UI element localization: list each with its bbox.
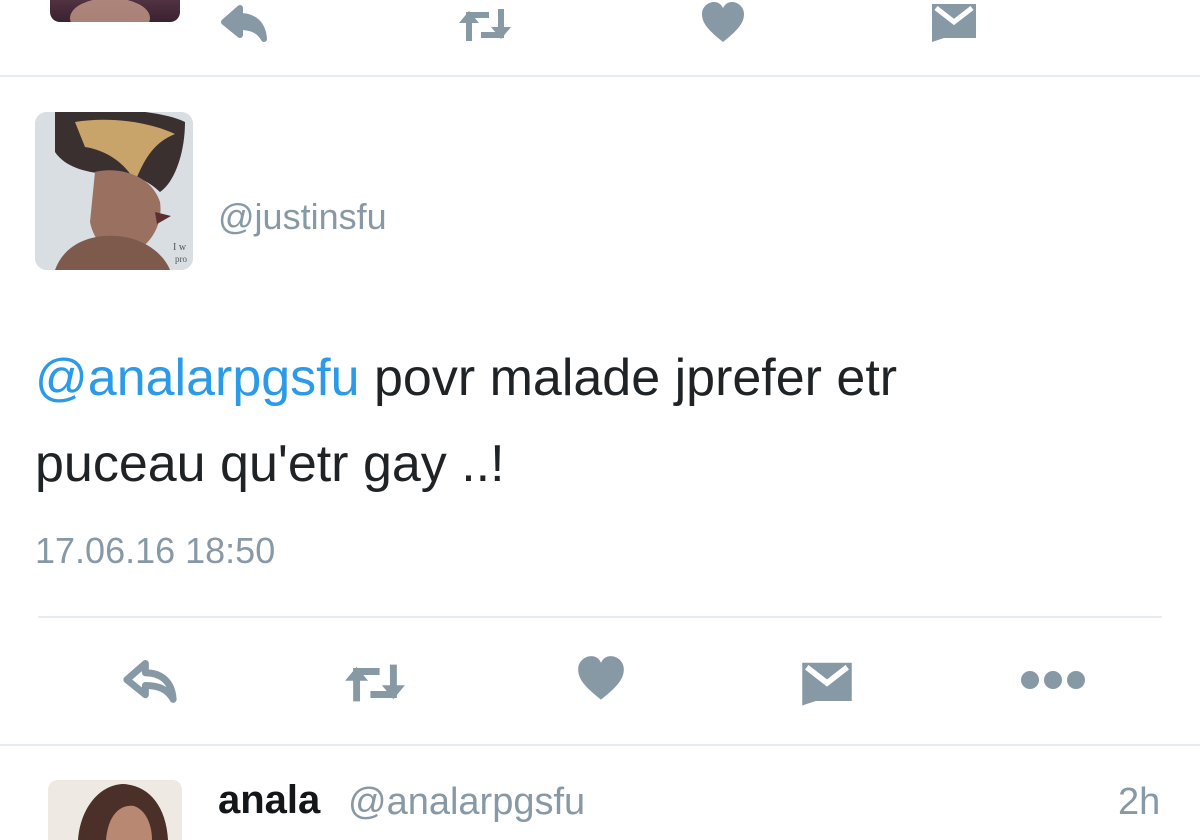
more-icon[interactable] [1020,668,1086,692]
divider [0,75,1200,77]
divider [38,616,1162,618]
retweet-icon[interactable] [340,660,410,706]
mention-link[interactable]: @analarpgsfu [35,349,360,407]
retweet-icon[interactable] [455,5,515,45]
like-icon[interactable] [576,656,626,702]
message-icon[interactable] [930,2,978,42]
tweet-text-line2: puceau qu'etr gay ..! [35,435,505,493]
reply-icon[interactable] [220,5,268,43]
svg-text:pro: pro [175,254,187,264]
tweet-text-line1: povr malade jprefer etr [359,349,898,407]
reply-icon[interactable] [122,660,178,704]
like-icon[interactable] [700,2,746,44]
tweet-text: @analarpgsfu povr malade jprefer etr puc… [35,335,1135,507]
message-icon[interactable] [800,660,854,706]
avatar[interactable] [48,780,182,840]
author-handle[interactable]: @justinsfu [218,196,387,238]
divider [0,744,1200,746]
tweet-timestamp[interactable]: 17.06.16 18:50 [35,530,275,572]
avatar[interactable]: I w pro [35,112,193,270]
previous-tweet-avatar[interactable] [50,0,180,22]
author-name[interactable]: anala [218,778,320,823]
tweet-age: 2h [1118,781,1161,823]
svg-text:I w: I w [173,242,187,253]
author-handle[interactable]: @analarpgsfu [348,781,585,824]
